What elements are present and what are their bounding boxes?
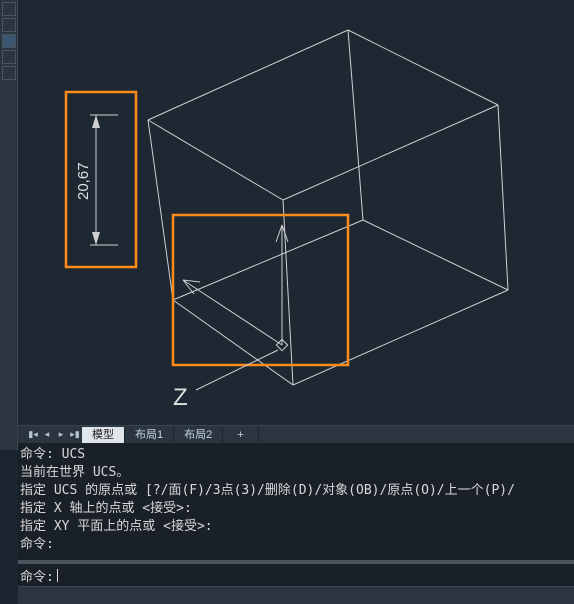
tab-nav-first-icon[interactable]: ▮◂ <box>26 428 40 442</box>
cmd-line: 指定 X 轴上的点或 <接受>: <box>20 500 572 518</box>
layout-tabs: ▮◂ ◂ ▸ ▸▮ 模型 布局1 布局2 + <box>18 425 574 443</box>
drawing-viewport[interactable]: 20,67 Z <box>18 0 574 425</box>
dimension-text: 20,67 <box>75 162 92 200</box>
cmd-line: 指定 XY 平面上的点或 <接受>: <box>20 518 572 536</box>
ucs-z-label: Z <box>173 384 188 411</box>
status-bar <box>18 586 574 604</box>
tab-layout2[interactable]: 布局2 <box>174 427 223 443</box>
tool-btn-2[interactable] <box>2 18 16 32</box>
tab-add[interactable]: + <box>223 427 258 443</box>
tab-nav-last-icon[interactable]: ▸▮ <box>68 428 82 442</box>
cmd-line: 命令: UCS <box>20 446 572 464</box>
tab-nav-prev-icon[interactable]: ◂ <box>40 428 54 442</box>
cmd-line: 指定 UCS 的原点或 [?/面(F)/3点(3)/删除(D)/对象(OB)/原… <box>20 482 572 500</box>
tab-model[interactable]: 模型 <box>82 427 125 443</box>
left-toolbar <box>0 0 18 450</box>
cmd-line: 当前在世界 UCS。 <box>20 464 572 482</box>
tool-btn-5[interactable] <box>2 66 16 80</box>
cmd-line: 命令: <box>20 536 572 554</box>
tool-btn-4[interactable] <box>2 50 16 64</box>
tool-btn-1[interactable] <box>2 2 16 16</box>
command-history: 命令: UCS 当前在世界 UCS。 指定 UCS 的原点或 [?/面(F)/3… <box>18 443 574 561</box>
command-input-row: 命令: <box>18 564 574 586</box>
tab-layout1[interactable]: 布局1 <box>125 427 174 443</box>
command-prompt: 命令: <box>20 566 54 585</box>
tool-btn-3[interactable] <box>2 34 16 48</box>
tab-nav-next-icon[interactable]: ▸ <box>54 428 68 442</box>
command-input[interactable] <box>58 568 574 583</box>
